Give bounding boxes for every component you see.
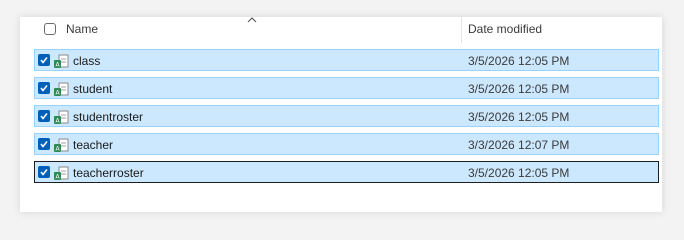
access-table-icon: A	[54, 82, 69, 97]
file-name[interactable]: student	[73, 82, 112, 96]
checkmark-icon	[40, 85, 48, 92]
row-checkbox[interactable]	[38, 110, 50, 122]
access-table-icon: A	[54, 138, 69, 153]
access-table-icon: A	[54, 110, 69, 125]
select-all-checkbox[interactable]	[44, 23, 56, 35]
column-header-date-modified[interactable]: Date modified	[468, 22, 542, 36]
checkmark-icon	[40, 141, 48, 148]
file-row[interactable]: A class 3/5/2026 12:05 PM	[34, 49, 659, 71]
column-header-row: Name Date modified	[20, 17, 662, 43]
column-header-name[interactable]: Name	[66, 22, 98, 36]
row-checkbox[interactable]	[38, 166, 50, 178]
file-date-modified: 3/5/2026 12:05 PM	[468, 54, 570, 68]
checkmark-icon	[40, 57, 48, 64]
chevron-up-icon[interactable]	[246, 17, 258, 25]
file-date-modified: 3/5/2026 12:05 PM	[468, 82, 570, 96]
checkmark-icon	[40, 113, 48, 120]
row-checkbox[interactable]	[38, 82, 50, 94]
file-name[interactable]: teacher	[73, 138, 113, 152]
file-name[interactable]: class	[73, 54, 100, 68]
checkmark-icon	[40, 169, 48, 176]
column-separator[interactable]	[461, 17, 462, 43]
file-date-modified: 3/3/2026 12:07 PM	[468, 138, 570, 152]
row-checkbox[interactable]	[38, 54, 50, 66]
file-date-modified: 3/5/2026 12:05 PM	[468, 110, 570, 124]
file-row[interactable]: A teacherroster 3/5/2026 12:05 PM	[34, 161, 659, 183]
file-row[interactable]: A teacher 3/3/2026 12:07 PM	[34, 133, 659, 155]
file-row[interactable]: A student 3/5/2026 12:05 PM	[34, 77, 659, 99]
file-row[interactable]: A studentroster 3/5/2026 12:05 PM	[34, 105, 659, 127]
file-name[interactable]: teacherroster	[73, 166, 144, 180]
file-date-modified: 3/5/2026 12:05 PM	[468, 166, 570, 180]
file-list-pane: Name Date modified A class 3/5/2026 12:0…	[20, 17, 662, 212]
access-table-icon: A	[54, 166, 69, 181]
row-checkbox[interactable]	[38, 138, 50, 150]
file-name[interactable]: studentroster	[73, 110, 143, 124]
access-table-icon: A	[54, 54, 69, 69]
